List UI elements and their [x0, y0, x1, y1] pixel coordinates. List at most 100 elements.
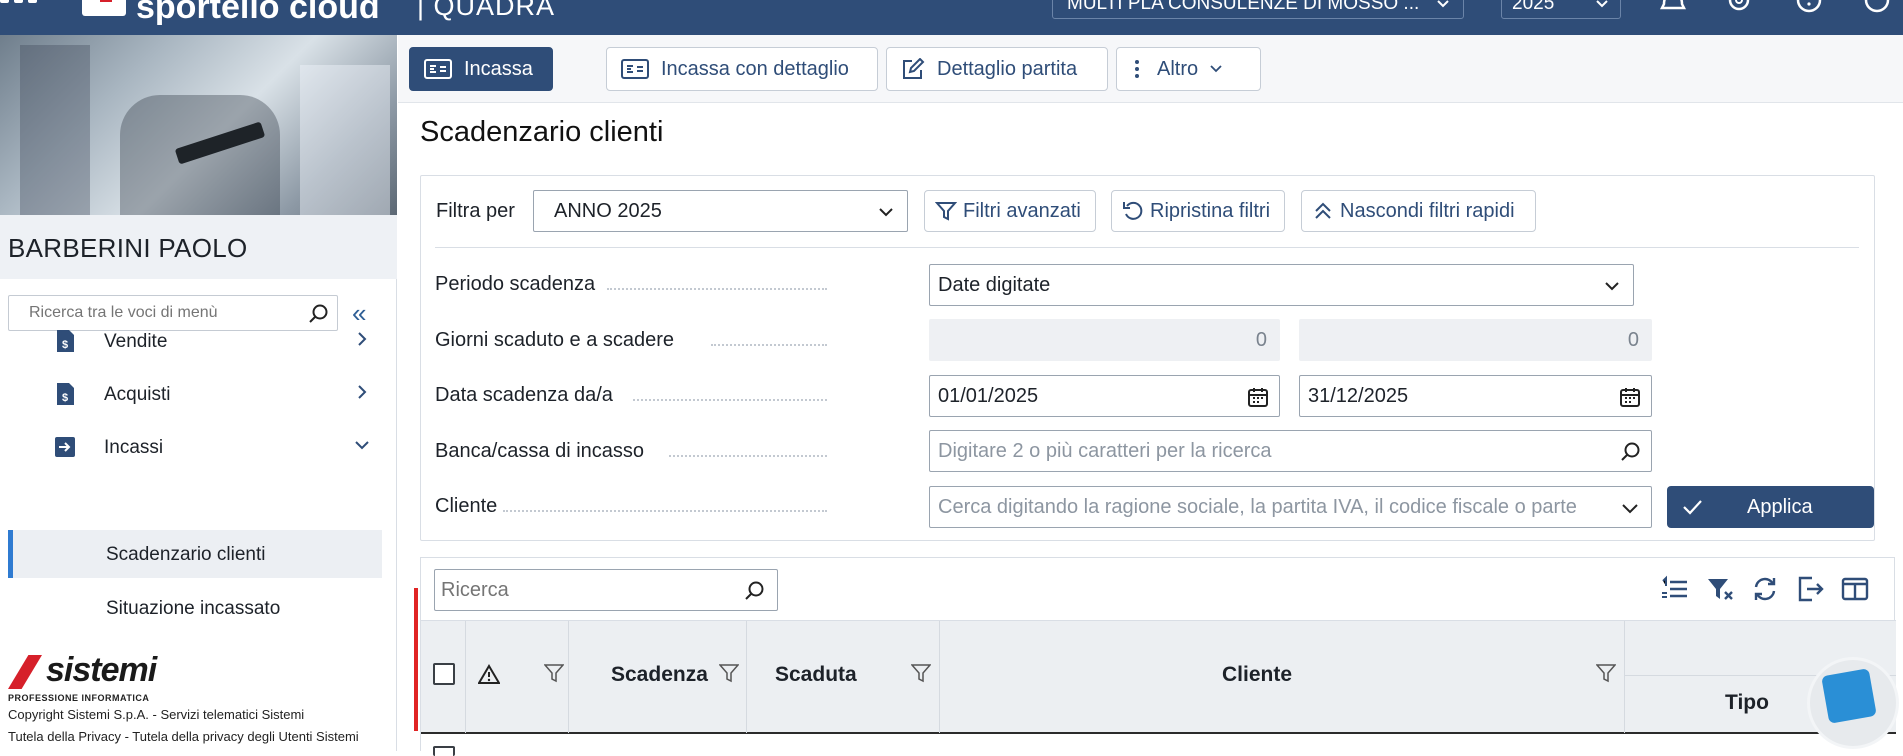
- privacy-links[interactable]: Tutela della Privacy - Tutela della priv…: [8, 729, 359, 744]
- column-filter-icon[interactable]: [719, 663, 739, 683]
- columns-layout-icon[interactable]: [1840, 574, 1870, 604]
- svg-text:$: $: [62, 392, 68, 404]
- calendar-icon[interactable]: [1619, 386, 1641, 408]
- tipo-header: Tipo: [1725, 691, 1769, 714]
- column-filter-icon[interactable]: [1596, 663, 1616, 683]
- sidebar-subitem-label: Scadenzario clienti: [106, 544, 266, 565]
- banca-cassa-label: Banca/cassa di incasso: [435, 440, 645, 462]
- select-all-column: [421, 621, 466, 733]
- dettaglio-partita-button[interactable]: Dettaglio partita: [886, 47, 1108, 91]
- chevron-right-icon: [358, 385, 367, 399]
- table-row[interactable]: [421, 734, 1896, 756]
- grid-search[interactable]: [434, 569, 778, 611]
- nascondi-filtri-rapidi-label: Nascondi filtri rapidi: [1340, 199, 1515, 222]
- row-checkbox[interactable]: [433, 746, 455, 756]
- sistemi-logo: sistemi PROFESSIONE INFORMATICA: [8, 651, 168, 707]
- grid-search-input[interactable]: [435, 570, 725, 610]
- warning-icon: [478, 664, 500, 684]
- sidebar-item-acquisti[interactable]: $ Acquisti: [0, 370, 382, 418]
- ripristina-filtri-label: Ripristina filtri: [1150, 199, 1271, 222]
- periodo-scadenza-select[interactable]: Date digitate: [929, 264, 1634, 306]
- cliente-header: Cliente: [1222, 663, 1293, 686]
- gear-icon[interactable]: [1724, 0, 1754, 18]
- calendar-icon[interactable]: [1247, 386, 1269, 408]
- filtri-avanzati-button[interactable]: Filtri avanzati: [924, 190, 1096, 232]
- copyright-text[interactable]: Copyright Sistemi S.p.A. - Servizi telem…: [8, 707, 304, 722]
- nascondi-filtri-rapidi-button[interactable]: Nascondi filtri rapidi: [1301, 190, 1536, 232]
- sidebar-item-label: Acquisti: [104, 384, 171, 405]
- year-selector[interactable]: 2025: [1501, 0, 1621, 19]
- sidebar-item-vendite[interactable]: $ Vendite: [0, 317, 382, 365]
- brand-logo-icon: [82, 0, 126, 16]
- banca-cassa-placeholder: Digitare 2 o più caratteri per la ricerc…: [938, 439, 1272, 462]
- sidebar-hero-image: [0, 35, 397, 215]
- incassa-con-dettaglio-label: Incassa con dettaglio: [661, 57, 849, 80]
- filtra-per-select[interactable]: ANNO 2025: [533, 190, 908, 232]
- chat-assistant-button[interactable]: [1810, 660, 1896, 746]
- more-vertical-icon: [1135, 60, 1139, 78]
- periodo-scadenza-label: Periodo scadenza: [435, 273, 596, 295]
- clear-filter-icon[interactable]: [1705, 574, 1735, 604]
- invoice-icon: $: [57, 330, 74, 352]
- sidebar-subitem-situazione-incassato[interactable]: Situazione incassato: [8, 584, 382, 632]
- data-scadenza-a-field[interactable]: 31/12/2025: [1299, 375, 1652, 417]
- scaduta-column[interactable]: Scaduta: [747, 621, 940, 733]
- apps-grid-icon[interactable]: [0, 0, 50, 14]
- altro-menu-button[interactable]: Altro: [1116, 47, 1261, 91]
- warning-column: [466, 621, 569, 733]
- scadenza-column[interactable]: Scadenza: [569, 621, 747, 733]
- chevron-down-icon: [1619, 497, 1641, 519]
- top-bar: sportello cloud | QUADRA MULTI PLA CONSU…: [0, 0, 1903, 35]
- data-scadenza-da-field[interactable]: 01/01/2025: [929, 375, 1280, 417]
- list-settings-icon[interactable]: [1660, 574, 1690, 604]
- undo-icon: [1123, 201, 1143, 220]
- logo-word: sistemi: [46, 651, 157, 689]
- incassa-button[interactable]: Incassa: [409, 47, 553, 91]
- applica-label: Applica: [1747, 496, 1813, 518]
- year-selector-value: 2025: [1512, 0, 1555, 14]
- scaduta-header: Scaduta: [775, 663, 857, 686]
- dotted-leader: [711, 344, 827, 346]
- invoice-icon: $: [57, 383, 74, 405]
- cliente-column[interactable]: Cliente: [940, 621, 1625, 733]
- chevron-right-icon: [358, 332, 367, 346]
- user-name: BARBERINI PAOLO: [0, 215, 397, 279]
- filtra-per-value: ANNO 2025: [554, 199, 662, 222]
- export-icon[interactable]: [1795, 574, 1825, 604]
- user-icon[interactable]: [1862, 0, 1892, 18]
- search-icon[interactable]: [743, 580, 765, 602]
- column-filter-icon[interactable]: [911, 663, 931, 683]
- applica-button[interactable]: Applica: [1667, 486, 1874, 528]
- logo-tagline: PROFESSIONE INFORMATICA: [8, 693, 150, 703]
- filter-icon: [935, 202, 957, 221]
- dotted-leader: [503, 510, 827, 512]
- sidebar-item-incassi[interactable]: Incassi: [0, 423, 382, 471]
- company-selector[interactable]: MULTI PLA CONSULENZE DI MOSSO ...: [1052, 0, 1464, 19]
- help-icon[interactable]: [1794, 0, 1824, 18]
- column-filter-icon[interactable]: [544, 663, 564, 683]
- banca-cassa-search[interactable]: Digitare 2 o più caratteri per la ricerc…: [929, 430, 1652, 472]
- data-scadenza-label: Data scadenza da/a: [435, 384, 613, 406]
- grid-header: Scadenza Scaduta Cliente Tipo: [421, 620, 1896, 734]
- refresh-icon[interactable]: [1750, 574, 1780, 604]
- data-scadenza-a-value: 31/12/2025: [1308, 384, 1409, 407]
- sidebar-subitem-label: Situazione incassato: [106, 598, 281, 619]
- chevron-down-icon: [1437, 0, 1449, 8]
- incassa-con-dettaglio-button[interactable]: Incassa con dettaglio: [606, 47, 878, 91]
- product-name: | QUADRA: [417, 0, 556, 21]
- chevron-down-icon: [1605, 282, 1619, 291]
- dotted-leader: [607, 288, 827, 290]
- ripristina-filtri-button[interactable]: Ripristina filtri: [1111, 190, 1285, 232]
- check-icon: [1683, 500, 1702, 515]
- bell-icon[interactable]: [1658, 0, 1688, 18]
- filtri-avanzati-label: Filtri avanzati: [963, 199, 1081, 222]
- sidebar-subitem-scadenzario-clienti[interactable]: Scadenzario clienti: [8, 530, 382, 578]
- selection-marker: [414, 588, 418, 731]
- cliente-select[interactable]: Cerca digitando la ragione sociale, la p…: [929, 486, 1652, 528]
- dotted-leader: [633, 399, 827, 401]
- search-icon[interactable]: [1619, 441, 1641, 463]
- action-toolbar: Incassa Incassa con dettaglio Dettaglio …: [398, 35, 1903, 103]
- company-selector-value: MULTI PLA CONSULENZE DI MOSSO ...: [1067, 0, 1420, 14]
- brand-name: sportello cloud: [136, 0, 380, 26]
- select-all-checkbox[interactable]: [433, 663, 455, 685]
